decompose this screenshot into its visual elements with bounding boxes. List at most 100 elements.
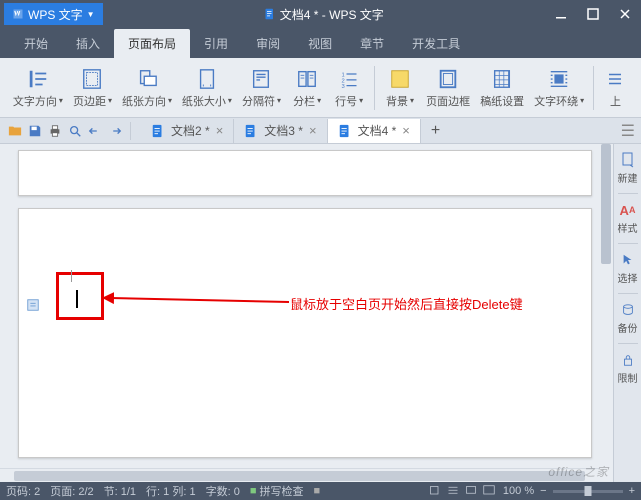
menu-review[interactable]: 审阅 xyxy=(242,29,294,58)
ribbon: 文字方向▾ 页边距▾ 纸张方向▾ 纸张大小▾ 分隔符▾ 分栏▾ 123 行号▾ … xyxy=(0,58,641,118)
page-2 xyxy=(18,208,592,458)
page-border-icon xyxy=(436,67,460,91)
page-1 xyxy=(18,150,592,196)
menu-dev-tools[interactable]: 开发工具 xyxy=(398,29,474,58)
view-print-layout[interactable] xyxy=(427,484,443,498)
cursor-guide xyxy=(71,270,72,282)
manuscript-icon xyxy=(490,67,514,91)
menu-section[interactable]: 章节 xyxy=(346,29,398,58)
window-controls xyxy=(545,0,641,28)
ribbon-background[interactable]: 背景▾ xyxy=(379,65,421,111)
new-tab-button[interactable]: + xyxy=(421,122,450,140)
workspace: 鼠标放于空白页开始然后直接按Delete键 xyxy=(0,144,613,482)
horizontal-scrollbar[interactable] xyxy=(0,468,599,482)
ribbon-text-direction[interactable]: 文字方向▾ xyxy=(8,65,68,111)
menu-start[interactable]: 开始 xyxy=(10,29,62,58)
sidepanel-styles[interactable]: AA 样式 xyxy=(616,198,640,239)
status-insert-mode[interactable]: ■ xyxy=(313,485,320,497)
text-direction-icon xyxy=(26,67,50,91)
backup-icon xyxy=(620,302,636,318)
status-page-number[interactable]: 页码: 2 xyxy=(6,483,40,499)
menu-references[interactable]: 引用 xyxy=(190,29,242,58)
window-title: 文档4 * - WPS 文字 xyxy=(103,6,545,23)
status-page-of[interactable]: 页面: 2/2 xyxy=(50,483,93,499)
ribbon-separator xyxy=(374,66,375,110)
orientation-icon xyxy=(135,67,159,91)
document-tabs: 文档2 * × 文档3 * × 文档4 * × + xyxy=(141,119,615,143)
vertical-scrollbar[interactable] xyxy=(599,144,613,464)
maximize-button[interactable] xyxy=(577,0,609,28)
highlight-box xyxy=(56,272,104,320)
wps-logo-icon xyxy=(12,8,24,20)
sidepanel-restrict[interactable]: 限制 xyxy=(616,348,640,389)
new-doc-icon xyxy=(620,152,636,168)
undo-button[interactable] xyxy=(86,122,104,140)
tab-close-icon[interactable]: × xyxy=(309,123,317,138)
tab-close-icon[interactable]: × xyxy=(216,123,224,138)
minimize-button[interactable] xyxy=(545,0,577,28)
doc-icon xyxy=(264,8,276,20)
ribbon-text-wrap[interactable]: 文字环绕▾ xyxy=(529,65,589,111)
sidepanel-select[interactable]: 选择 xyxy=(616,248,640,289)
quick-access-toolbar xyxy=(0,122,141,140)
sidepanel-backup[interactable]: 备份 xyxy=(616,298,640,339)
doc-tab-4[interactable]: 文档4 * × xyxy=(328,119,421,143)
ribbon-size[interactable]: 纸张大小▾ xyxy=(177,65,237,111)
statusbar: 页码: 2 页面: 2/2 节: 1/1 行: 1 列: 1 字数: 0 ■拼写… xyxy=(0,482,641,500)
tab-list-button[interactable]: ☰ xyxy=(615,121,641,141)
status-section[interactable]: 节: 1/1 xyxy=(104,483,136,499)
sidepanel-new[interactable]: 新建 xyxy=(616,148,640,189)
close-button[interactable] xyxy=(609,0,641,28)
scrollbar-thumb[interactable] xyxy=(14,471,585,481)
select-icon xyxy=(620,252,636,268)
status-char-count[interactable]: 字数: 0 xyxy=(206,483,240,499)
zoom-value[interactable]: 100 % xyxy=(503,485,534,497)
save-button[interactable] xyxy=(26,122,44,140)
breaks-icon xyxy=(249,67,273,91)
menubar: 开始 插入 页面布局 引用 审阅 视图 章节 开发工具 xyxy=(0,28,641,58)
zoom-out-button[interactable]: − xyxy=(540,485,546,497)
view-outline[interactable] xyxy=(445,484,461,498)
columns-icon xyxy=(295,67,319,91)
app-name: WPS 文字 xyxy=(28,6,83,23)
menu-insert[interactable]: 插入 xyxy=(62,29,114,58)
ribbon-more[interactable]: 上 xyxy=(598,65,633,111)
lock-icon xyxy=(620,352,636,368)
ribbon-manuscript[interactable]: 稿纸设置 xyxy=(475,65,529,111)
ribbon-page-border[interactable]: 页面边框 xyxy=(421,65,475,111)
open-button[interactable] xyxy=(6,122,24,140)
ribbon-margins[interactable]: 页边距▾ xyxy=(68,65,117,111)
background-icon xyxy=(388,67,412,91)
view-mode-buttons xyxy=(427,484,497,498)
doc-tab-2[interactable]: 文档2 * × xyxy=(141,119,234,143)
scrollbar-thumb[interactable] xyxy=(601,144,611,264)
ribbon-breaks[interactable]: 分隔符▾ xyxy=(237,65,286,111)
print-preview-button[interactable] xyxy=(66,122,84,140)
tab-close-icon[interactable]: × xyxy=(402,123,410,138)
status-row-col[interactable]: 行: 1 列: 1 xyxy=(146,483,196,499)
view-web[interactable] xyxy=(463,484,479,498)
ribbon-columns[interactable]: 分栏▾ xyxy=(286,65,328,111)
ribbon-line-numbers[interactable]: 123 行号▾ xyxy=(328,65,370,111)
document-area[interactable]: 鼠标放于空白页开始然后直接按Delete键 xyxy=(0,144,613,482)
section-marker-icon xyxy=(26,298,40,312)
zoom-slider[interactable] xyxy=(553,490,623,493)
text-cursor xyxy=(76,290,78,308)
print-button[interactable] xyxy=(46,122,64,140)
styles-icon: AA xyxy=(620,202,636,218)
doc-tab-3[interactable]: 文档3 * × xyxy=(234,119,327,143)
app-menu-badge[interactable]: WPS 文字 ▼ xyxy=(4,3,103,25)
text-wrap-icon xyxy=(547,67,571,91)
menu-page-layout[interactable]: 页面布局 xyxy=(114,29,190,58)
menu-view[interactable]: 视图 xyxy=(294,29,346,58)
titlebar: WPS 文字 ▼ 文档4 * - WPS 文字 xyxy=(0,0,641,28)
redo-button[interactable] xyxy=(106,122,124,140)
margins-icon xyxy=(80,67,104,91)
app-menu-dropdown-icon: ▼ xyxy=(87,10,95,19)
view-fullscreen[interactable] xyxy=(481,484,497,498)
ribbon-orientation[interactable]: 纸张方向▾ xyxy=(117,65,177,111)
zoom-in-button[interactable]: + xyxy=(629,485,635,497)
line-numbers-icon: 123 xyxy=(337,67,361,91)
status-spellcheck[interactable]: ■拼写检查 xyxy=(250,483,304,499)
doc-icon xyxy=(244,124,258,138)
